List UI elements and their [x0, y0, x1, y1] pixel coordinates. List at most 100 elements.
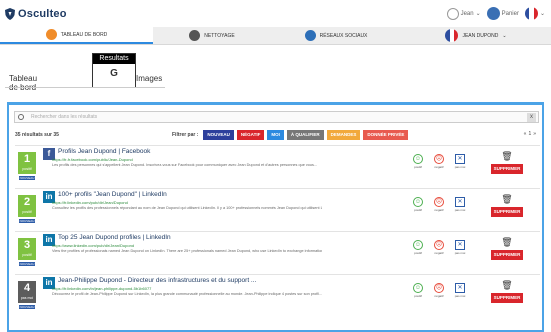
result-description: Les profils des personnes qui s'appellen… [52, 163, 318, 167]
new-tag: NOUVEAU [19, 176, 35, 180]
positive-button[interactable]: ☺ positif [410, 197, 426, 212]
negative-button[interactable]: ☹ négatif [431, 154, 447, 169]
filter-negative-button[interactable]: NÉGATIF [236, 130, 265, 140]
top-right-menu: Jean ⌄ Panier ⌄ [446, 7, 545, 20]
tab-google-results[interactable]: Resultats G [92, 53, 136, 88]
score-value: 4 [23, 282, 31, 294]
shield-logo-icon [5, 8, 15, 20]
new-tag: NOUVEAU [19, 219, 35, 223]
cross-box-icon: ✕ [455, 197, 465, 207]
trash-icon: 🗑 [501, 280, 513, 290]
delete-button[interactable]: SUPPRIMER [491, 164, 523, 174]
positive-button[interactable]: ☺ positif [410, 240, 426, 255]
chevron-down-icon: ⌄ [475, 11, 481, 17]
tab-profile[interactable]: JEAN DUPOND ⌄ [401, 27, 551, 44]
filter-new-button[interactable]: NOUVEAU [203, 130, 234, 140]
frown-icon: ☹ [434, 283, 444, 293]
tab-images[interactable]: Images [136, 74, 162, 83]
tab-dashboard-source[interactable]: Tableau de bord [9, 74, 37, 92]
result-row: 4 pas moi NOUVEAU in Jean-Philippe Dupon… [15, 274, 540, 314]
score-status: positif [22, 253, 32, 257]
result-description: Consultez les profils des professionnels… [52, 206, 322, 210]
frown-icon: ☹ [434, 197, 444, 207]
chevron-down-icon: ⌄ [539, 11, 545, 17]
user-label: Jean [460, 10, 474, 17]
trash-icon: 🗑 [501, 194, 513, 204]
brand-name: Osculteo [18, 8, 67, 20]
negative-button[interactable]: ☹ négatif [431, 197, 447, 212]
positive-button[interactable]: ☺ positif [410, 154, 426, 169]
result-title[interactable]: Jean-Philippe Dupond - Directeur des inf… [58, 277, 256, 284]
qualify-actions: ☺ positif ☹ négatif ✕ pas moi [410, 240, 468, 255]
result-description: View the profiles of professionals named… [52, 249, 322, 253]
tab-social-networks[interactable]: RÉSEAUX SOCIAUX [271, 27, 401, 44]
cart-label: Panier [501, 10, 519, 17]
cart-menu[interactable]: Panier [486, 7, 519, 20]
cross-box-icon: ✕ [455, 154, 465, 164]
clear-search-button[interactable]: x [527, 113, 536, 122]
result-url[interactable]: https://www.linkedin.com/pub/dir/Jean/Du… [52, 243, 134, 248]
result-row: 3 positif NOUVEAU in Top 25 Jean Dupond … [15, 231, 540, 271]
delete-button[interactable]: SUPPRIMER [491, 250, 523, 260]
score-status: positif [22, 210, 32, 214]
positive-button[interactable]: ☺ positif [410, 283, 426, 298]
result-description: Découvrez le profil de Jean-Philippe Dup… [52, 292, 322, 296]
language-menu[interactable]: ⌄ [524, 7, 545, 20]
pager-next-button[interactable]: » [533, 131, 536, 137]
result-row: 1 positif NOUVEAU f Profils Jean Dupond … [15, 145, 540, 185]
score-badge: 4 pas moi [18, 281, 36, 303]
user-menu[interactable]: Jean ⌄ [446, 7, 481, 20]
tab-label: NETTOYAGE [204, 32, 235, 39]
result-url[interactable]: https://fr.linkedin.com/pub/dir/Jean/Dup… [52, 200, 128, 205]
score-badge: 2 positif [18, 195, 36, 217]
result-title[interactable]: Top 25 Jean Dupond profiles | LinkedIn [58, 234, 171, 241]
not-me-button[interactable]: ✕ pas moi [452, 283, 468, 298]
qualify-actions: ☺ positif ☹ négatif ✕ pas moi [410, 197, 468, 212]
new-tag: NOUVEAU [19, 305, 35, 309]
delete-action: 🗑 SUPPRIMER [491, 237, 523, 260]
score-value: 1 [23, 153, 31, 165]
delete-button[interactable]: SUPPRIMER [491, 293, 523, 303]
result-url[interactable]: https://fr-fr.facebook.com/public/Jean-D… [52, 157, 133, 162]
chevron-down-icon: ⌄ [502, 32, 507, 39]
qualify-actions: ☺ positif ☹ négatif ✕ pas moi [410, 283, 468, 298]
negative-button[interactable]: ☹ négatif [431, 240, 447, 255]
delete-action: 🗑 SUPPRIMER [491, 151, 523, 174]
tab-label: JEAN DUPOND [462, 32, 499, 39]
pager-prev-button[interactable]: « [524, 131, 527, 137]
search-input[interactable]: Rechercher dans les résultats [31, 114, 97, 120]
not-me-button[interactable]: ✕ pas moi [452, 197, 468, 212]
filter-me-button[interactable]: MOI [267, 130, 284, 140]
result-title[interactable]: Profils Jean Dupond | Facebook [58, 148, 150, 155]
not-me-button[interactable]: ✕ pas moi [452, 154, 468, 169]
cross-box-icon: ✕ [455, 240, 465, 250]
main-nav: TABLEAU DE BORD NETTOYAGE RÉSEAUX SOCIAU… [0, 27, 551, 45]
tab-cleaning[interactable]: NETTOYAGE [153, 27, 271, 44]
result-url[interactable]: https://fr.linkedin.com/in/jean-philippe… [52, 286, 151, 291]
social-icon [304, 30, 316, 41]
dashboard-icon [45, 29, 57, 40]
frown-icon: ☹ [434, 154, 444, 164]
score-status: pas moi [20, 296, 34, 300]
result-title[interactable]: 100+ profils "Jean Dupond" | LinkedIn [58, 191, 167, 198]
new-tag: NOUVEAU [19, 262, 35, 266]
brand[interactable]: Osculteo [5, 8, 67, 20]
negative-button[interactable]: ☹ négatif [431, 283, 447, 298]
pencil-icon [189, 30, 201, 41]
results-panel: Rechercher dans les résultats x 35 résul… [7, 102, 544, 332]
not-me-button[interactable]: ✕ pas moi [452, 240, 468, 255]
search-icon [18, 114, 24, 120]
tab-dashboard[interactable]: TABLEAU DE BORD [0, 27, 153, 44]
score-value: 2 [23, 196, 31, 208]
french-flag-icon [445, 29, 459, 42]
score-badge: 3 positif [18, 238, 36, 260]
filter-bar: Filtrer par : NOUVEAU NÉGATIF MOI À QUAL… [172, 130, 409, 140]
delete-button[interactable]: SUPPRIMER [491, 207, 523, 217]
filter-to-qualify-button[interactable]: À QUALIFIER [286, 130, 324, 140]
filter-private-data-button[interactable]: DONNÉE PRIVÉE [363, 130, 409, 140]
trash-icon: 🗑 [501, 151, 513, 161]
qualify-actions: ☺ positif ☹ négatif ✕ pas moi [410, 154, 468, 169]
pager-current-page[interactable]: 1 [528, 131, 531, 137]
french-flag-icon [524, 7, 538, 20]
filter-requests-button[interactable]: DEMANDES [326, 130, 361, 140]
